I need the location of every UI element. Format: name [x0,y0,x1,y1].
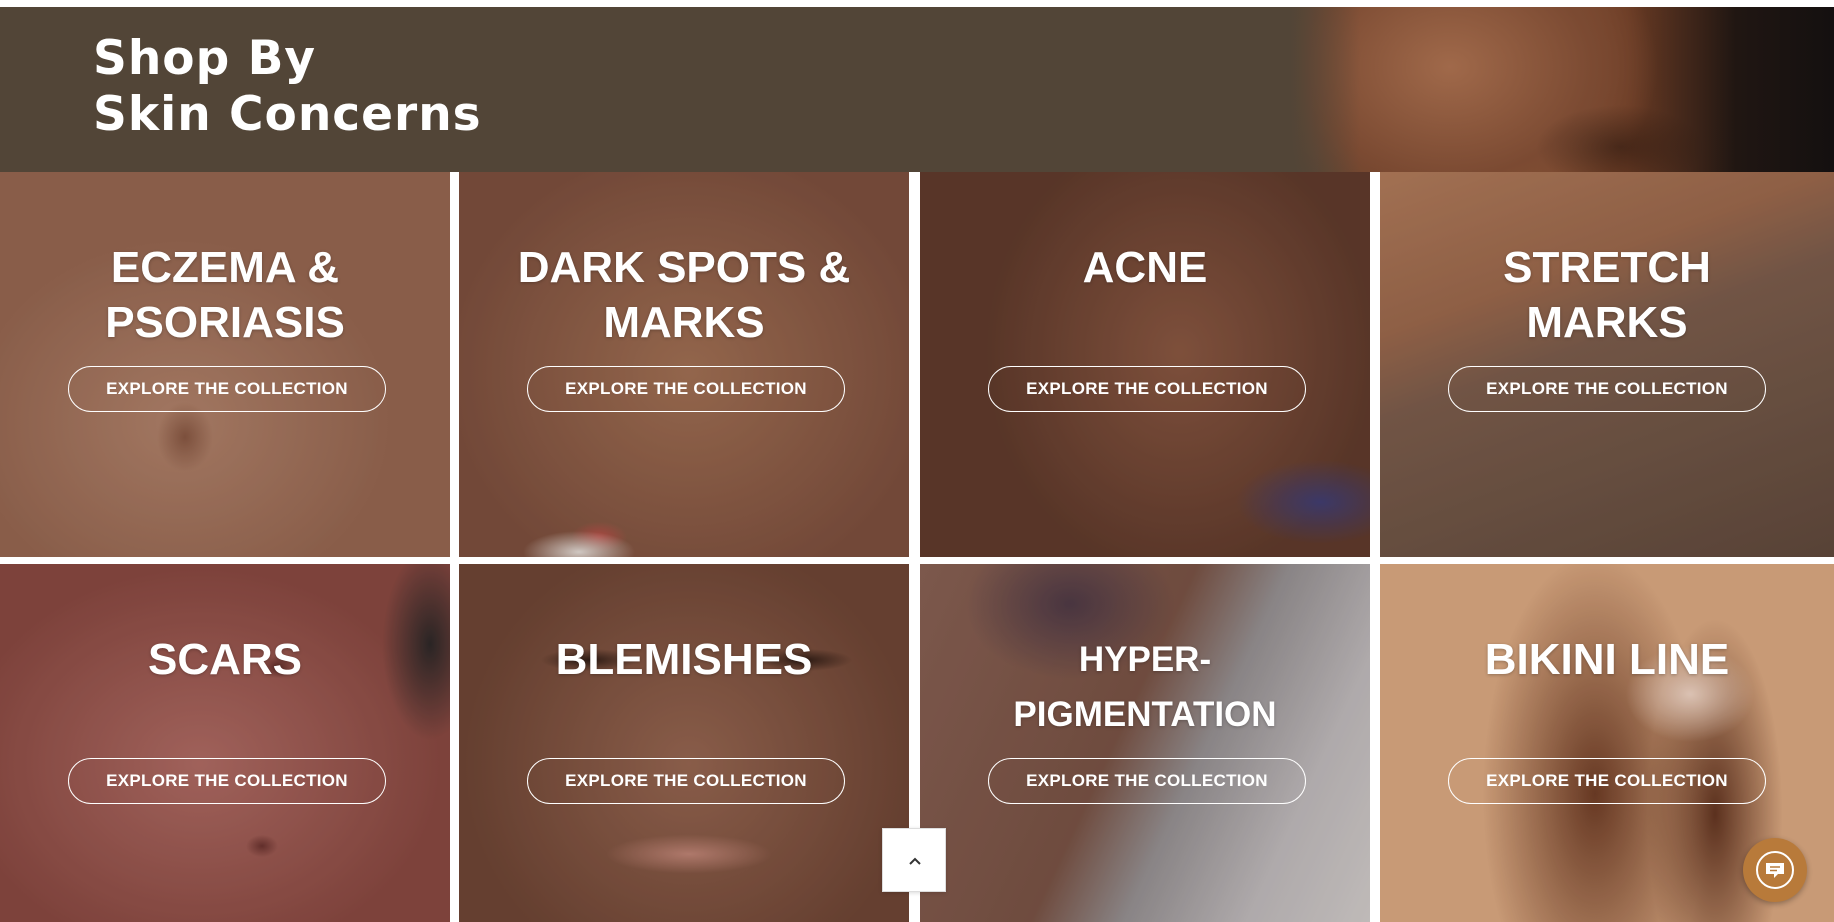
tile-heading: STRETCH MARKS [1380,240,1834,350]
tile-blemishes[interactable]: BLEMISHES EXPLORE THE COLLECTION [459,564,909,922]
tile-heading: HYPER- PIGMENTATION [920,632,1370,742]
explore-collection-button[interactable]: EXPLORE THE COLLECTION [1448,758,1766,804]
tile-eczema-psoriasis[interactable]: ECZEMA & PSORIASIS EXPLORE THE COLLECTIO… [0,172,450,557]
heading-line: BLEMISHES [555,635,813,684]
heading-line: ACNE [1082,243,1208,292]
heading-line: BIKINI LINE [1484,635,1730,684]
banner-face-image [1290,7,1834,172]
concerns-grid: ECZEMA & PSORIASIS EXPLORE THE COLLECTIO… [0,172,1834,922]
tile-heading: SCARS [0,632,450,687]
explore-collection-button[interactable]: EXPLORE THE COLLECTION [68,758,386,804]
tile-scars[interactable]: SCARS EXPLORE THE COLLECTION [0,564,450,922]
tile-heading: ECZEMA & PSORIASIS [0,240,450,350]
chevron-up-icon [909,857,921,865]
heading-line: ECZEMA & [110,243,340,292]
chat-bubble-icon [1756,851,1794,889]
heading-line: STRETCH [1503,243,1711,292]
back-to-top-button[interactable] [882,828,946,892]
heading-line: PIGMENTATION [1013,695,1277,734]
heading-line: MARKS [1526,298,1688,347]
banner-title: Shop By Skin Concerns [93,31,482,143]
explore-collection-button[interactable]: EXPLORE THE COLLECTION [527,758,845,804]
page: Shop By Skin Concerns ECZEMA & PSORIASIS… [0,0,1834,922]
skin-concerns-banner: Shop By Skin Concerns [0,7,1834,172]
heading-line: PSORIASIS [105,298,345,347]
heading-line: HYPER- [1078,640,1212,679]
banner-title-line2: Skin Concerns [93,87,482,142]
heading-line: MARKS [603,298,765,347]
tile-heading: ACNE [920,240,1370,295]
tile-heading: BLEMISHES [459,632,909,687]
tile-heading: BIKINI LINE [1380,632,1834,687]
tile-acne[interactable]: ACNE EXPLORE THE COLLECTION [920,172,1370,557]
heading-line: DARK SPOTS & [517,243,851,292]
tile-dark-spots-marks[interactable]: DARK SPOTS & MARKS EXPLORE THE COLLECTIO… [459,172,909,557]
heading-line: SCARS [147,635,303,684]
tile-hyperpigmentation[interactable]: HYPER- PIGMENTATION EXPLORE THE COLLECTI… [920,564,1370,922]
tile-heading: DARK SPOTS & MARKS [459,240,909,350]
explore-collection-button[interactable]: EXPLORE THE COLLECTION [1448,366,1766,412]
explore-collection-button[interactable]: EXPLORE THE COLLECTION [988,366,1306,412]
banner-title-line1: Shop By [93,31,317,86]
tile-stretch-marks[interactable]: STRETCH MARKS EXPLORE THE COLLECTION [1380,172,1834,557]
explore-collection-button[interactable]: EXPLORE THE COLLECTION [527,366,845,412]
explore-collection-button[interactable]: EXPLORE THE COLLECTION [68,366,386,412]
explore-collection-button[interactable]: EXPLORE THE COLLECTION [988,758,1306,804]
chat-button[interactable] [1743,838,1807,902]
